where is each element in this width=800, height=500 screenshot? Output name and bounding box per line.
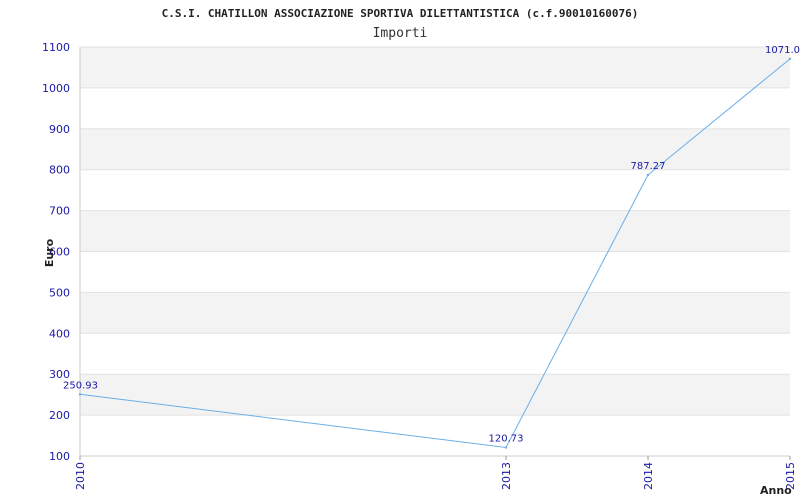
x-axis-label: Anno xyxy=(760,484,792,497)
plot-band xyxy=(80,210,790,252)
line-chart: 10020030040050060070080090010001100 2010… xyxy=(42,7,800,497)
chart-subtitle: Importi xyxy=(373,26,428,41)
y-tick-label: 700 xyxy=(49,205,70,218)
data-label: 787.27 xyxy=(631,161,666,172)
y-axis-label: Euro xyxy=(43,238,56,267)
plot-band xyxy=(80,128,790,170)
plot-band xyxy=(80,374,790,416)
data-point xyxy=(78,393,82,396)
data-point xyxy=(788,57,792,61)
y-tick-label: 900 xyxy=(49,123,70,136)
y-tick-label: 100 xyxy=(49,450,70,463)
plot-band xyxy=(80,47,790,88)
chart-title: C.S.I. CHATILLON ASSOCIAZIONE SPORTIVA D… xyxy=(162,7,639,20)
x-tick-label: 2014 xyxy=(642,462,655,490)
plot-bands xyxy=(80,47,790,416)
plot-band xyxy=(80,292,790,334)
data-label: 1071.0 xyxy=(765,45,800,56)
y-tick-label: 400 xyxy=(49,327,70,340)
y-tick-label: 500 xyxy=(49,286,70,299)
y-tick-label: 800 xyxy=(49,164,70,177)
y-tick-label: 300 xyxy=(49,368,70,381)
y-tick-label: 1100 xyxy=(42,41,70,54)
data-label: 120.73 xyxy=(489,434,524,445)
y-tick-label: 1000 xyxy=(42,82,70,95)
x-tick-label: 2010 xyxy=(74,462,87,490)
data-point xyxy=(646,173,650,177)
data-label: 250.93 xyxy=(63,380,98,391)
data-point xyxy=(504,446,508,449)
x-tick-labels: 2010 2013 2014 2015 xyxy=(74,462,797,490)
y-tick-label: 200 xyxy=(49,409,70,422)
x-tick-label: 2013 xyxy=(500,462,513,490)
